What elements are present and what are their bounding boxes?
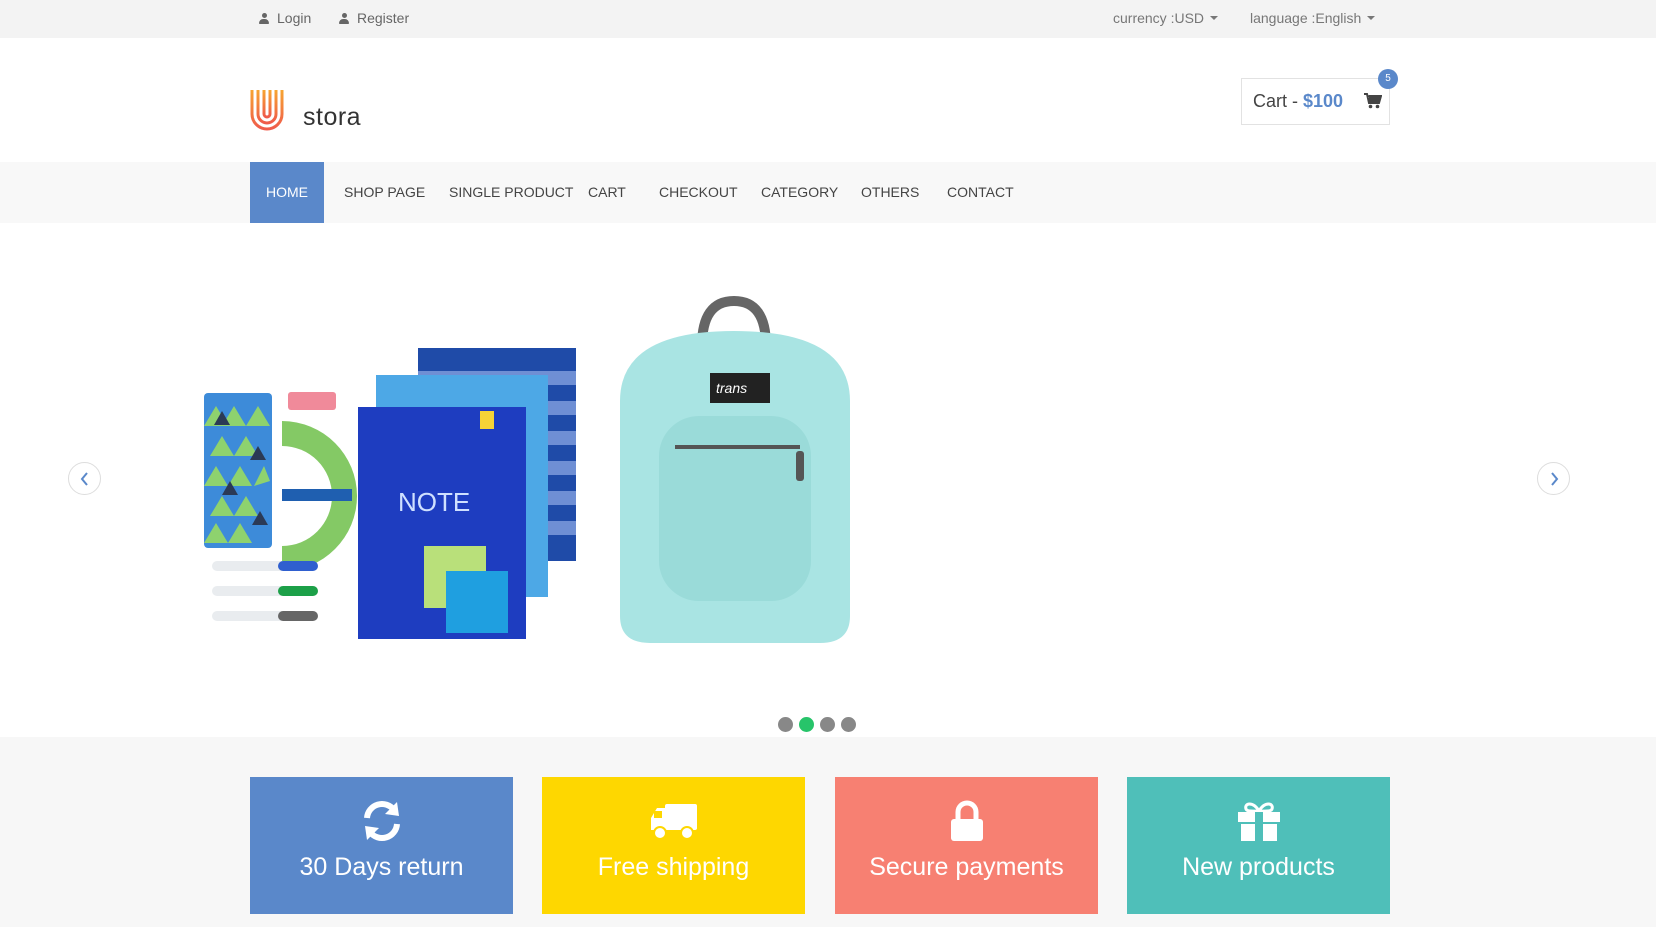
register-link[interactable]: Register xyxy=(339,10,409,26)
logo-text: stora xyxy=(303,103,362,131)
nav-item-category[interactable]: CATEGORY xyxy=(761,162,838,223)
nav-item-cart[interactable]: CART xyxy=(588,162,626,223)
slide-image: NOTE trans xyxy=(204,295,850,643)
slider-next-button[interactable] xyxy=(1537,462,1570,495)
promo-returns: 30 Days return xyxy=(250,777,513,914)
nav-item-contact[interactable]: CONTACT xyxy=(947,162,1014,223)
slider-dot[interactable] xyxy=(820,717,835,732)
cart-count-badge: 5 xyxy=(1378,69,1398,89)
nav-item-single-product[interactable]: SINGLE PRODUCT xyxy=(449,162,573,223)
promo-shipping: Free shipping xyxy=(542,777,805,914)
nav-item-checkout[interactable]: CHECKOUT xyxy=(659,162,738,223)
cart-label: Cart - xyxy=(1253,91,1298,111)
currency-dropdown[interactable]: currency :USD xyxy=(1113,10,1219,26)
truck-icon xyxy=(649,797,699,845)
promo-secure: Secure payments xyxy=(835,777,1098,914)
hero-slider: NOTE trans xyxy=(0,223,1656,737)
gift-icon xyxy=(1236,797,1282,845)
svg-text:trans: trans xyxy=(716,380,747,396)
language-dropdown[interactable]: language :English xyxy=(1250,10,1376,26)
caret-down-icon xyxy=(1367,16,1376,20)
slider-dot[interactable] xyxy=(841,717,856,732)
promo-secure-label: Secure payments xyxy=(869,853,1064,881)
slider-pagination xyxy=(778,717,856,732)
cart-button[interactable]: Cart - $100 xyxy=(1241,78,1390,125)
svg-text:NOTE: NOTE xyxy=(398,487,470,517)
promo-returns-label: 30 Days return xyxy=(299,853,464,881)
chevron-left-icon xyxy=(80,471,88,486)
currency-label: currency :USD xyxy=(1113,10,1205,26)
user-icon xyxy=(339,12,349,24)
chevron-right-icon xyxy=(1550,471,1558,486)
slider-prev-button[interactable] xyxy=(68,462,101,495)
nav-item-others[interactable]: OTHERS xyxy=(861,162,919,223)
refresh-icon xyxy=(359,797,405,845)
slider-dot[interactable] xyxy=(778,717,793,732)
register-label: Register xyxy=(357,10,410,26)
promo-new-label: New products xyxy=(1182,853,1335,881)
language-label: language :English xyxy=(1250,10,1362,26)
login-label: Login xyxy=(277,10,312,26)
user-icon xyxy=(259,12,269,24)
caret-down-icon xyxy=(1210,16,1219,20)
nav-item-shop-page[interactable]: SHOP PAGE xyxy=(344,162,425,223)
nav-item-home[interactable]: HOME xyxy=(250,162,324,223)
cart-icon xyxy=(1364,93,1382,109)
login-link[interactable]: Login xyxy=(259,10,311,26)
logo-u-icon xyxy=(250,90,284,131)
lock-icon xyxy=(949,797,985,845)
slider-dot-active[interactable] xyxy=(799,717,814,732)
promo-new: New products xyxy=(1127,777,1390,914)
promo-area: 30 Days return Free shipping Secure paym… xyxy=(0,737,1656,927)
promo-shipping-label: Free shipping xyxy=(597,853,750,881)
top-bar: Login Register currency :USD language :E… xyxy=(0,0,1656,38)
main-nav: HOME SHOP PAGE SINGLE PRODUCT CART CHECK… xyxy=(0,162,1656,223)
cart-amount: $100 xyxy=(1303,91,1344,111)
site-logo[interactable]: stora xyxy=(249,90,361,132)
